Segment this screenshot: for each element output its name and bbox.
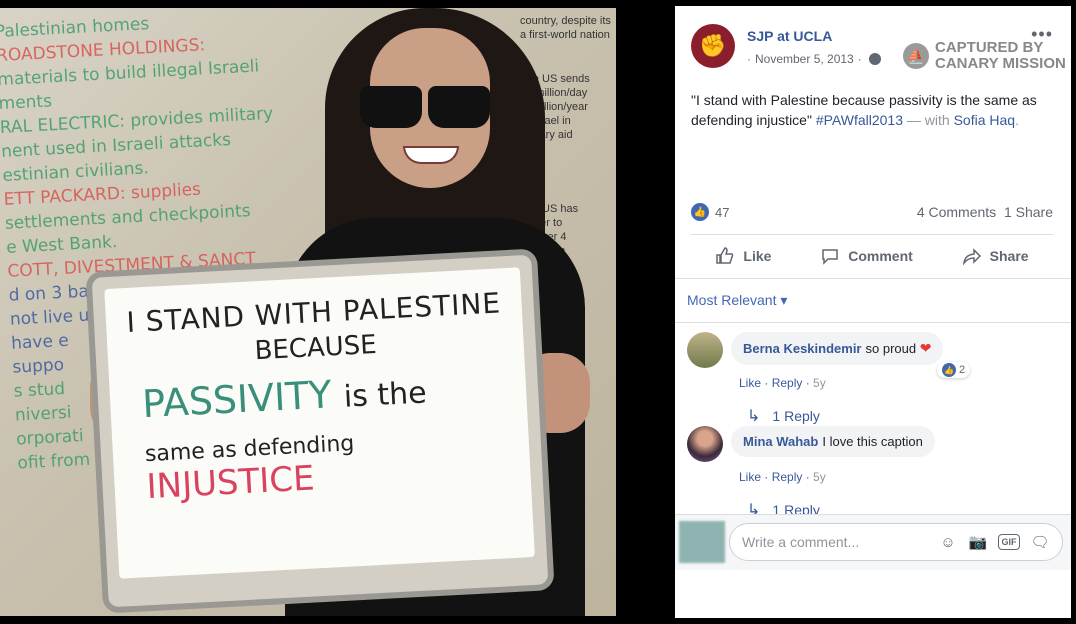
like-button[interactable]: Like: [715, 246, 771, 266]
canary-mission-watermark: ⛵ CAPTURED BY CANARY MISSION: [903, 40, 1066, 72]
comment-item: Berna Keskindemir so proud ❤ 👍 2 Like · R…: [687, 332, 1057, 425]
current-user-avatar: [679, 521, 725, 563]
page-avatar[interactable]: ✊: [691, 24, 735, 68]
comment-share-counts[interactable]: 4 Comments 1 Share: [917, 204, 1053, 220]
comment-like-link[interactable]: Like: [739, 470, 761, 484]
post-photo[interactable]: Palestinian homes ROADSTONE HOLDINGS: ma…: [0, 8, 616, 616]
comment-author[interactable]: Berna Keskindemir: [743, 341, 862, 356]
comment-button[interactable]: Comment: [820, 246, 913, 266]
share-button[interactable]: Share: [962, 246, 1029, 266]
caret-down-icon: ▾: [780, 292, 788, 308]
reactions-summary: 👍 47 4 Comments 1 Share: [691, 200, 1053, 224]
thumb-up-icon: [716, 247, 734, 264]
divider: [691, 234, 1053, 235]
comment-item: Mina Wahab I love this caption Like · Rep…: [687, 426, 1057, 519]
sunglasses: [360, 86, 490, 128]
canary-icon: ⛵: [903, 43, 929, 69]
comment-reply-link[interactable]: Reply: [772, 470, 803, 484]
commenter-avatar[interactable]: [687, 332, 723, 368]
comment-placeholder: Write a comment...: [742, 534, 860, 550]
comment-actions: Like · Reply · 5y: [739, 470, 826, 484]
post-separator-2: ·: [857, 52, 862, 66]
like-reaction-icon: 👍: [942, 363, 956, 377]
comment-like-link[interactable]: Like: [739, 376, 761, 390]
like-reaction-icon[interactable]: 👍: [691, 203, 709, 221]
camera-icon[interactable]: 📷: [968, 532, 988, 552]
divider: [675, 322, 1071, 323]
comment-icon: [822, 249, 838, 265]
globe-icon: [868, 53, 881, 65]
post-card: ✊ SJP at UCLA · November 5, 2013 · ••• ⛵…: [675, 6, 1071, 618]
comment-input[interactable]: Write a comment... ☺ 📷 GIF 🗨: [729, 523, 1063, 561]
reply-arrow-icon: ↳: [747, 408, 761, 425]
sign-line-4: same as defending INJUSTICE: [144, 431, 355, 508]
comment-text: so proud: [865, 341, 917, 356]
post-actions: Like Comment Share: [691, 240, 1053, 272]
comment-bubble: Mina Wahab I love this caption: [731, 426, 935, 457]
post-date[interactable]: November 5, 2013: [755, 52, 854, 66]
reaction-count[interactable]: 47: [715, 205, 729, 220]
divider: [675, 278, 1071, 279]
comment-text: I love this caption: [822, 434, 923, 449]
emoji-icon[interactable]: ☺: [938, 532, 958, 552]
comment-author[interactable]: Mina Wahab: [743, 434, 818, 449]
commenter-avatar[interactable]: [687, 426, 723, 462]
comment-sort-dropdown[interactable]: Most Relevant ▾: [687, 292, 787, 309]
post-meta: · November 5, 2013 ·: [747, 52, 881, 66]
view-replies-link[interactable]: ↳ 1 Reply: [747, 406, 820, 426]
sign-line-3: PASSIVITY is the: [141, 372, 428, 427]
sticker-icon[interactable]: 🗨: [1030, 532, 1050, 552]
post-text: "I stand with Palestine because passivit…: [691, 92, 1037, 128]
hashtag-link[interactable]: #PAWfall2013: [816, 112, 903, 128]
comment-reply-link[interactable]: Reply: [772, 376, 803, 390]
comment-reaction-pill[interactable]: 👍 2: [937, 362, 971, 378]
post-separator: ·: [747, 52, 751, 66]
heart-emoji: ❤: [919, 340, 932, 356]
comment-age[interactable]: 5y: [813, 376, 826, 390]
comment-composer: Write a comment... ☺ 📷 GIF 🗨: [675, 514, 1071, 570]
share-icon: [962, 248, 981, 266]
whiteboard-sign: I STAND WITH PALESTINE BECAUSE PASSIVITY…: [91, 254, 549, 608]
comment-bubble: Berna Keskindemir so proud ❤: [731, 332, 944, 365]
page-name-link[interactable]: SJP at UCLA: [747, 28, 832, 44]
gif-icon[interactable]: GIF: [998, 534, 1020, 550]
comment-age[interactable]: 5y: [813, 470, 826, 484]
post-header: ✊ SJP at UCLA · November 5, 2013 · ••• ⛵…: [675, 6, 1071, 86]
tagged-user-link[interactable]: Sofia Haq: [954, 112, 1015, 128]
comment-actions: Like · Reply · 5y: [739, 376, 826, 390]
